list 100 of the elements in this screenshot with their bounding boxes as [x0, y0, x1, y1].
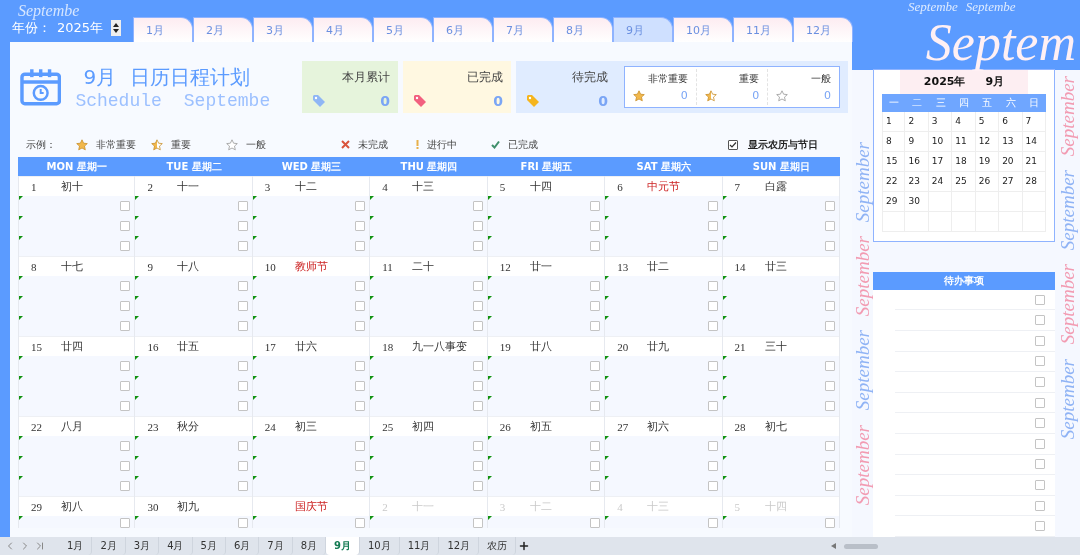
checkbox[interactable] [472, 518, 483, 528]
checkbox[interactable] [237, 281, 248, 291]
checkbox[interactable] [120, 381, 131, 391]
checkbox[interactable] [825, 221, 835, 231]
checkbox[interactable] [1035, 480, 1045, 490]
checkbox[interactable] [355, 401, 366, 411]
checkbox[interactable] [355, 518, 366, 528]
checkbox[interactable] [120, 241, 131, 251]
checkbox[interactable] [472, 481, 483, 491]
checkbox[interactable] [472, 241, 483, 251]
checkbox[interactable] [120, 321, 131, 331]
checkbox[interactable] [825, 281, 835, 291]
checkbox[interactable] [355, 281, 366, 291]
checkbox[interactable] [707, 201, 718, 211]
checkbox[interactable] [237, 381, 248, 391]
checkbox[interactable] [1035, 335, 1045, 346]
scroll-left-icon[interactable] [831, 543, 837, 549]
checkbox[interactable] [237, 461, 248, 471]
checkbox[interactable] [237, 221, 248, 231]
checkbox[interactable] [355, 241, 366, 251]
checkbox[interactable] [707, 281, 718, 291]
checkbox[interactable] [825, 361, 835, 371]
checkbox[interactable] [590, 401, 601, 411]
checkbox[interactable] [472, 441, 483, 451]
checkbox[interactable] [355, 461, 366, 471]
checkbox[interactable] [707, 441, 718, 451]
checkbox[interactable] [707, 361, 718, 371]
month-tab[interactable]: 11月 [733, 17, 793, 42]
checkbox[interactable] [590, 461, 601, 471]
month-tab[interactable]: 8月 [553, 17, 613, 42]
sheet-tab[interactable]: 12月 [439, 537, 480, 555]
checkbox[interactable] [237, 241, 248, 251]
checkbox[interactable] [355, 301, 366, 311]
checkbox[interactable] [472, 361, 483, 371]
checkbox[interactable] [1035, 294, 1045, 305]
checkbox[interactable] [825, 518, 835, 528]
add-icon[interactable] [517, 540, 530, 552]
checkbox[interactable] [120, 301, 131, 311]
checkbox[interactable] [355, 361, 366, 371]
checkbox[interactable] [237, 518, 248, 528]
sheet-tab[interactable]: 农历 [479, 537, 517, 555]
checkbox[interactable] [1035, 418, 1045, 429]
checkbox[interactable] [825, 321, 835, 331]
checkbox[interactable] [355, 481, 366, 491]
checkbox[interactable] [707, 301, 718, 311]
checkbox[interactable] [590, 201, 601, 211]
checkbox[interactable] [355, 221, 366, 231]
checkbox[interactable] [707, 518, 718, 528]
checkbox[interactable] [825, 481, 835, 491]
checkbox[interactable] [355, 321, 366, 331]
checkbox[interactable] [120, 461, 131, 471]
checkbox[interactable] [825, 441, 835, 451]
month-tab[interactable]: 12月 [793, 17, 853, 42]
month-tab[interactable]: 2月 [193, 17, 253, 42]
sheet-tab[interactable]: 5月 [192, 537, 226, 555]
checkbox[interactable] [472, 301, 483, 311]
checkbox[interactable] [707, 461, 718, 471]
checkbox[interactable] [707, 221, 718, 231]
checkbox[interactable] [1035, 459, 1045, 470]
checkbox[interactable] [1035, 521, 1045, 532]
checkbox[interactable] [825, 241, 835, 251]
sheet-tab[interactable]: 2月 [92, 537, 126, 555]
checkbox[interactable] [237, 481, 248, 491]
sheet-tab[interactable]: 3月 [125, 537, 160, 555]
checkbox[interactable] [472, 201, 483, 211]
checkbox[interactable] [355, 201, 366, 211]
checkbox[interactable] [590, 281, 601, 291]
checkbox[interactable] [120, 441, 131, 451]
checkbox[interactable] [355, 441, 366, 451]
checkbox[interactable] [707, 381, 718, 391]
checkbox[interactable] [472, 281, 483, 291]
checkbox[interactable] [590, 518, 601, 528]
sheet-tab[interactable]: 1月 [59, 537, 93, 555]
checkbox[interactable] [707, 321, 718, 331]
checkbox[interactable] [472, 381, 483, 391]
checkbox[interactable] [120, 221, 131, 231]
checkbox[interactable] [590, 361, 601, 371]
checkbox[interactable] [707, 481, 718, 491]
checkbox[interactable] [120, 401, 131, 411]
checkbox[interactable] [590, 241, 601, 251]
checkbox[interactable] [1035, 397, 1045, 408]
sheet-tab[interactable]: 6月 [225, 537, 260, 555]
checkbox[interactable] [472, 461, 483, 471]
sheet-tab[interactable]: 7月 [259, 537, 293, 555]
checkbox[interactable] [825, 461, 835, 471]
checkbox[interactable] [237, 321, 248, 331]
checkbox[interactable] [237, 401, 248, 411]
checkbox[interactable] [590, 441, 601, 451]
checkbox[interactable] [590, 381, 601, 391]
checkbox[interactable] [1035, 356, 1045, 367]
scrollbar-thumb[interactable] [844, 543, 879, 549]
month-tab[interactable]: 6月 [433, 17, 493, 42]
checkbox[interactable] [237, 441, 248, 451]
checkbox[interactable] [707, 401, 718, 411]
checkbox[interactable] [355, 381, 366, 391]
checkbox[interactable] [237, 301, 248, 311]
month-tab[interactable]: 1月 [133, 17, 193, 42]
checkbox[interactable] [590, 221, 601, 231]
checkbox[interactable] [472, 221, 483, 231]
checkbox[interactable] [237, 201, 248, 211]
